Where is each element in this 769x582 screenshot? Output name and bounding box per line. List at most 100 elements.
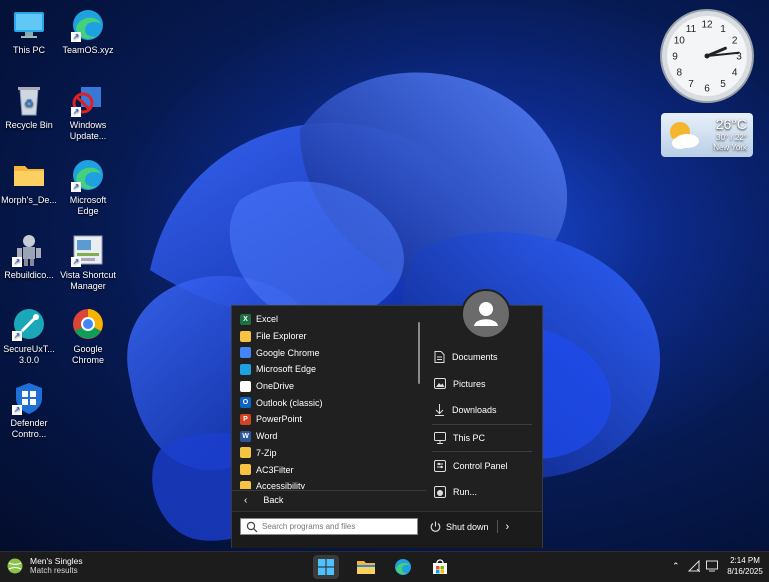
desktop-icon-this-pc[interactable]: This PC [0,8,58,56]
downloads-link[interactable]: Downloads [428,397,532,424]
program-label: Outlook (classic) [256,397,323,408]
folder-icon [240,464,251,476]
taskbar-edge[interactable] [390,555,416,579]
separator [496,520,498,533]
taskbar-start-button[interactable] [313,555,339,579]
control-panel-icon [434,459,446,472]
network-icon[interactable] [687,560,700,572]
program-item[interactable]: AC3Filter [236,461,416,478]
search-icon [246,521,258,532]
program-list-scrollbar[interactable] [418,322,420,384]
clock-numeral: 7 [688,79,694,90]
pictures-label: Pictures [453,378,486,389]
folder-icon [240,480,251,489]
folder-icon [12,158,46,192]
control-panel-link[interactable]: Control Panel [428,452,532,479]
display-icon[interactable] [705,560,718,572]
desktop-icon-label: This PC [12,45,45,55]
start-menu-footer: Shut down › [232,511,542,548]
program-label: AC3Filter [256,464,294,475]
user-icon [474,302,498,326]
program-item[interactable]: X Excel [236,311,416,328]
desktop-icon-vista-shortcut-manager[interactable]: ↗ Vista Shortcut Manager [59,233,117,292]
run-link[interactable]: Run... [428,479,532,506]
edge-icon [240,363,251,375]
file-explorer-icon [357,561,375,574]
clock-numeral: 5 [720,79,726,90]
start-menu-links: Documents Pictures Downloads This PC Con… [428,344,532,506]
secure-ux-icon: ↗ [12,307,46,341]
shutdown-button[interactable]: Shut down › [430,517,509,536]
shutdown-label: Shut down [446,521,489,532]
monitor-icon [12,8,46,42]
desktop-icon-defender-control[interactable]: ↗ Defender Contro... [0,381,58,440]
documents-link[interactable]: Documents [428,344,532,371]
clock-gadget: 12 1234567891011 [660,9,754,103]
program-item[interactable]: Accessibility [236,478,416,489]
desktop-icon-windows-update[interactable]: ↗ Windows Update... [59,83,117,142]
chevron-left-icon: ‹ [244,494,248,506]
program-item[interactable]: 7-Zip [236,445,416,462]
program-item[interactable]: Microsoft Edge [236,361,416,378]
clock-numeral: 9 [672,52,678,63]
desktop-icon-label: TeamOS.xyz [62,45,114,55]
svg-text:♻: ♻ [24,98,34,110]
program-list: X Excel File Explorer Google Chrome Microsof… [236,311,416,489]
excel-icon: X [240,313,251,325]
store-icon [433,559,447,574]
back-label: Back [263,495,284,505]
this-pc-link[interactable]: This PC [428,425,532,452]
desktop-icon-morphs-folder[interactable]: Morph's_De... [0,158,58,206]
run-icon [434,486,446,499]
program-item[interactable]: P PowerPoint [236,411,416,428]
weather-temperature: 26°C [715,116,747,132]
desktop-icon-recycle-bin[interactable]: ♻ Recycle Bin [0,83,58,131]
partly-cloudy-icon [670,122,699,149]
system-tray: ⌃ [672,560,718,572]
chevron-up-icon[interactable]: ⌃ [672,561,680,572]
desktop-icon-google-chrome[interactable]: Google Chrome [59,307,117,366]
chrome-icon [71,307,105,341]
run-label: Run... [453,487,478,498]
search-input[interactable] [262,522,412,531]
weather-city: New York [713,143,747,152]
taskbar-file-explorer[interactable] [353,555,379,579]
sports-icon [7,558,23,574]
desktop-icon-rebuildicon[interactable]: ↗ Rebuildico... [0,233,58,281]
program-label: Google Chrome [256,347,320,358]
powerpoint-icon: P [240,413,251,425]
search-box[interactable] [240,518,418,535]
program-item[interactable]: W Word [236,428,416,445]
program-item[interactable]: OneDrive [236,378,416,395]
desktop: This PC ↗ TeamOS.xyz ♻ Recycle Bin ↗ Win… [0,0,769,551]
chevron-right-icon[interactable]: › [506,521,510,533]
downloads-label: Downloads [452,405,497,416]
program-label: Excel [256,314,279,325]
weather-gadget: 26°C 30° / 22° New York [661,113,753,157]
desktop-icon-secureuxtheme[interactable]: ↗ SecureUxT... 3.0.0 [0,307,58,366]
now-playing-widget[interactable]: Men's Singles Match results [6,556,83,576]
shield-icon: ↗ [12,381,46,415]
now-playing-subtitle: Match results [30,566,78,575]
desktop-icon-microsoft-edge[interactable]: ↗ Microsoft Edge [59,158,117,217]
taskbar-clock[interactable]: 2:14 PM 8/16/2025 [724,555,766,577]
taskbar-store[interactable] [427,555,453,579]
back-button[interactable]: ‹ Back [232,490,426,509]
user-avatar[interactable] [461,289,511,339]
edge-icon: ↗ [71,158,105,192]
pictures-link[interactable]: Pictures [428,371,532,398]
program-label: Accessibility [256,481,306,489]
program-item[interactable]: File Explorer [236,328,416,345]
documents-label: Documents [452,352,498,363]
shortcut-arrow-icon: ↗ [12,257,22,267]
program-label: OneDrive [256,381,295,392]
shortcut-arrow-icon: ↗ [71,107,81,117]
edge-icon: ↗ [71,8,105,42]
program-item[interactable]: O Outlook (classic) [236,394,416,411]
desktop-icon-teamos[interactable]: ↗ TeamOS.xyz [59,8,117,56]
taskbar-date: 8/16/2025 [727,567,763,576]
program-label: File Explorer [256,331,307,342]
taskbar: Men's Singles Match results ⌃ 2:14 PM 8/… [0,551,769,582]
shortcut-arrow-icon: ↗ [71,182,81,192]
program-item[interactable]: Google Chrome [236,344,416,361]
